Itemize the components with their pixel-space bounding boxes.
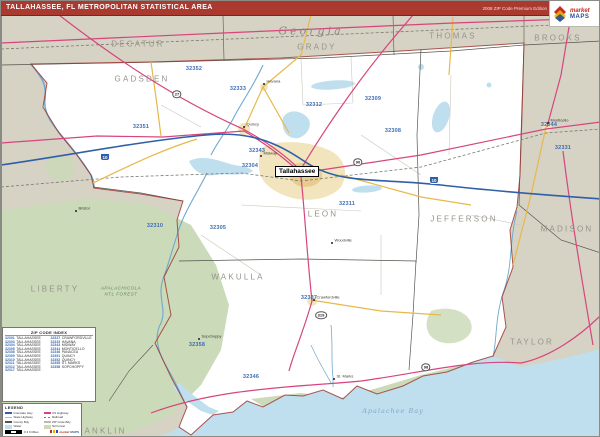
legend-entries: Interstate Hwy US Highway State Highway Rai…: [5, 411, 79, 429]
state-label-georgia: Georgia: [278, 24, 344, 38]
publisher-mini-logo: market MAPS: [50, 430, 79, 434]
bay-label: Apalachee Bay: [362, 407, 424, 415]
mini-logo-word-2: MAPS: [70, 429, 79, 434]
scale-label: 0 3 6 Miles: [24, 429, 39, 434]
logo-chip-blue: [56, 430, 59, 434]
legend-entry: Water: [5, 424, 41, 429]
publisher-logo-icon: [554, 5, 566, 22]
map-title: TALLAHASSEE, FL METROPOLITAN STATISTICAL…: [6, 4, 213, 11]
legend-title: LEGEND: [5, 405, 24, 410]
title-bar: TALLAHASSEE, FL METROPOLITAN STATISTICAL…: [1, 1, 599, 16]
publisher-logo: market MAPS: [549, 1, 599, 27]
map-canvas: DECATUR GRADY THOMAS BROOKS GADSDEN LEON JEFFE…: [1, 15, 599, 436]
city-label-tallahassee: Tallahassee: [275, 166, 320, 177]
scale-bar: [5, 429, 22, 434]
forest-label-line2: NTL FOREST: [104, 291, 138, 296]
map-document: TALLAHASSEE, FL METROPOLITAN STATISTICAL…: [0, 0, 600, 437]
logo-chip-red: [50, 430, 53, 434]
logo-word-2: MAPS: [570, 13, 590, 20]
mini-logo-word-1: market: [59, 429, 70, 434]
zip-index-row: 32358 SOPCHOPPY: [50, 364, 84, 369]
legend-entry: Ntl Forest: [43, 424, 80, 429]
edition-label: 2008 ZIP Code Premium Edition: [482, 5, 547, 11]
scale-bar-row: 0 3 6 Miles market MAPS: [5, 429, 79, 434]
zip-index-rows: 32301 TALLAHASSEE 32303 TALLAHASSEE 32304 TAL…: [5, 336, 93, 373]
forest-label: APALACHICOLA NTL FOREST: [101, 286, 141, 297]
zip-index-panel: ZIP CODE INDEX 32301 TALLAHASSEE 32303 TALL…: [2, 327, 96, 402]
map-legend-panel: LEGEND Interstate Hwy US Highway State Hig…: [2, 403, 82, 436]
forest-label-line1: APALACHICOLA: [100, 285, 142, 291]
zip-index-row: 32317 TALLAHASSEE: [5, 368, 41, 373]
logo-chip-yellow: [53, 430, 56, 434]
publisher-logo-text: market MAPS: [570, 8, 590, 20]
